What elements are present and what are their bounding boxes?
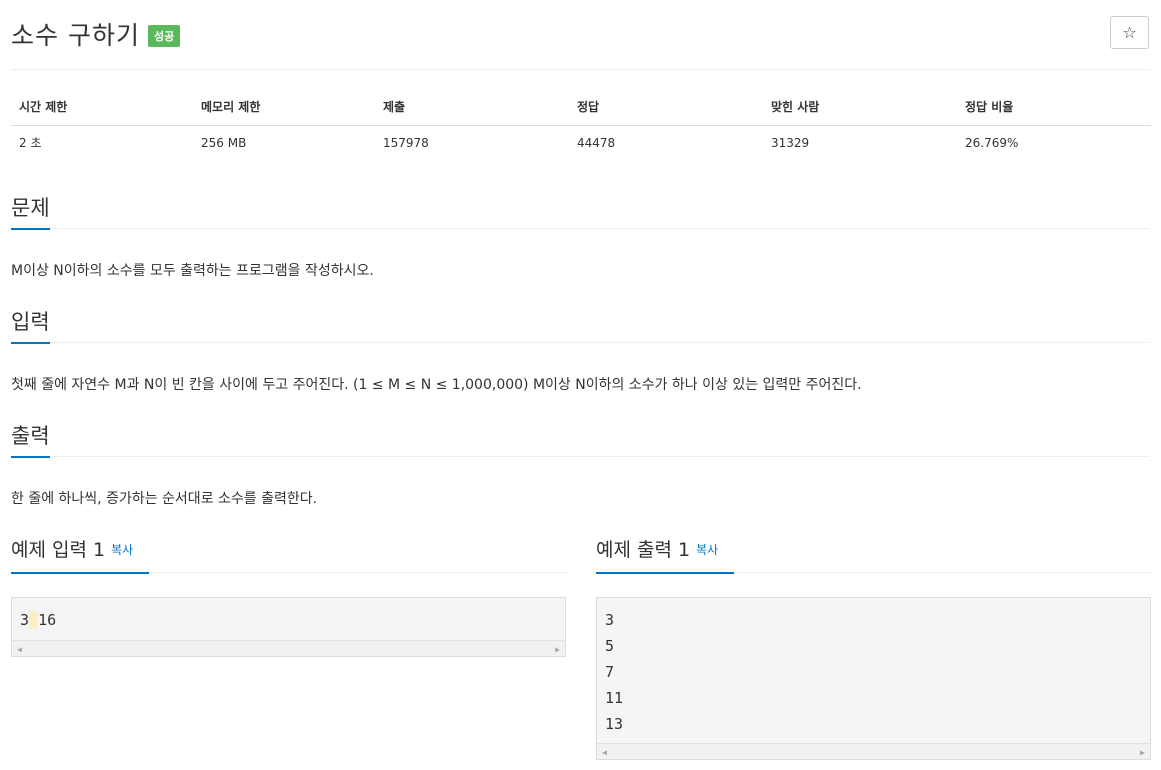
horizontal-scrollbar[interactable]: ◀ ▶ (12, 640, 565, 656)
header-solved-users: 맞힌 사람 (763, 89, 957, 126)
time-limit-value: 2 초 (19, 136, 42, 151)
table-row: 2 초 256 MB 157978 44478 31329 26.769% (11, 125, 1151, 160)
page-title: 소수 구하기 성공 (11, 16, 181, 52)
sample-header: 예제 출력 1 복사 (596, 535, 1151, 574)
section-header: 문제 (11, 193, 1150, 230)
sample-input-title: 예제 입력 1 복사 (11, 535, 149, 574)
problem-header: 소수 구하기 성공 ☆ (11, 12, 1150, 70)
sample-input-code[interactable]: 3 16 ◀ ▶ (11, 597, 566, 657)
section-title-input: 입력 (11, 307, 50, 344)
sample-output-title: 예제 출력 1 복사 (596, 535, 734, 574)
star-button[interactable]: ☆ (1110, 16, 1149, 49)
header-accept-ratio: 정답 비율 (957, 89, 1151, 126)
section-header: 출력 (11, 421, 1150, 458)
sample-input-panel: 예제 입력 1 복사 (11, 535, 567, 574)
sample-output-code[interactable]: 3 5 7 11 13 ◀ ▶ (596, 597, 1151, 760)
scroll-right-icon[interactable]: ▶ (1140, 748, 1145, 757)
sample-output-panel: 예제 출력 1 복사 (596, 535, 1151, 574)
output-text: 한 줄에 하나씩, 증가하는 순서대로 소수를 출력한다. (11, 491, 318, 507)
code-lines: 3 5 7 11 13 (597, 607, 1150, 737)
code-line: 3 16 (12, 607, 565, 633)
code-token: 3 (20, 611, 30, 629)
section-header: 입력 (11, 307, 1150, 344)
problem-title-text: 소수 구하기 (11, 21, 140, 50)
accept-ratio-value: 26.769% (965, 135, 1019, 150)
section-title-description: 문제 (11, 193, 50, 230)
code-line: 11 (605, 689, 624, 707)
input-text: 첫째 줄에 자연수 M과 N이 빈 칸을 사이에 두고 주어진다. (1 ≤ M… (11, 377, 862, 393)
submissions-value[interactable]: 157978 (375, 125, 569, 160)
code-line: 13 (605, 715, 624, 733)
code-line: 7 (605, 663, 615, 681)
table-header-row: 시간 제한 메모리 제한 제출 정답 맞힌 사람 정답 비율 (11, 89, 1151, 126)
header-memory-limit: 메모리 제한 (193, 89, 375, 126)
problem-info-table: 시간 제한 메모리 제한 제출 정답 맞힌 사람 정답 비율 2 초 256 M… (11, 89, 1151, 160)
section-title-output: 출력 (11, 421, 50, 458)
header-submissions: 제출 (375, 89, 569, 126)
sample-input-title-text: 예제 입력 1 (11, 539, 106, 561)
status-badge[interactable]: 성공 (147, 25, 181, 47)
solved-users-value[interactable]: 31329 (763, 125, 957, 160)
header-time-limit: 시간 제한 (11, 89, 193, 126)
scroll-right-icon[interactable]: ▶ (555, 645, 560, 654)
description-text: M이상 N이하의 소수를 모두 출력하는 프로그램을 작성하시오. (11, 263, 374, 279)
description-section: 문제 M이상 N이하의 소수를 모두 출력하는 프로그램을 작성하시오. (11, 193, 1150, 280)
code-token: 16 (38, 611, 57, 629)
code-line: 5 (605, 637, 615, 655)
accepted-value[interactable]: 44478 (569, 125, 763, 160)
horizontal-scrollbar[interactable]: ◀ ▶ (597, 743, 1150, 759)
output-section: 출력 한 줄에 하나씩, 증가하는 순서대로 소수를 출력한다. (11, 421, 1150, 508)
memory-limit-value: 256 MB (201, 135, 247, 150)
copy-input-button[interactable]: 복사 (111, 543, 133, 557)
scroll-left-icon[interactable]: ◀ (602, 748, 607, 757)
sample-header: 예제 입력 1 복사 (11, 535, 567, 574)
code-line: 3 (605, 611, 615, 629)
sample-output-title-text: 예제 출력 1 (596, 539, 691, 561)
star-icon: ☆ (1122, 23, 1137, 42)
input-section: 입력 첫째 줄에 자연수 M과 N이 빈 칸을 사이에 두고 주어진다. (1 … (11, 307, 1150, 394)
header-accepted: 정답 (569, 89, 763, 126)
copy-output-button[interactable]: 복사 (696, 543, 718, 557)
scroll-left-icon[interactable]: ◀ (17, 645, 22, 654)
highlighted-space (29, 611, 39, 629)
